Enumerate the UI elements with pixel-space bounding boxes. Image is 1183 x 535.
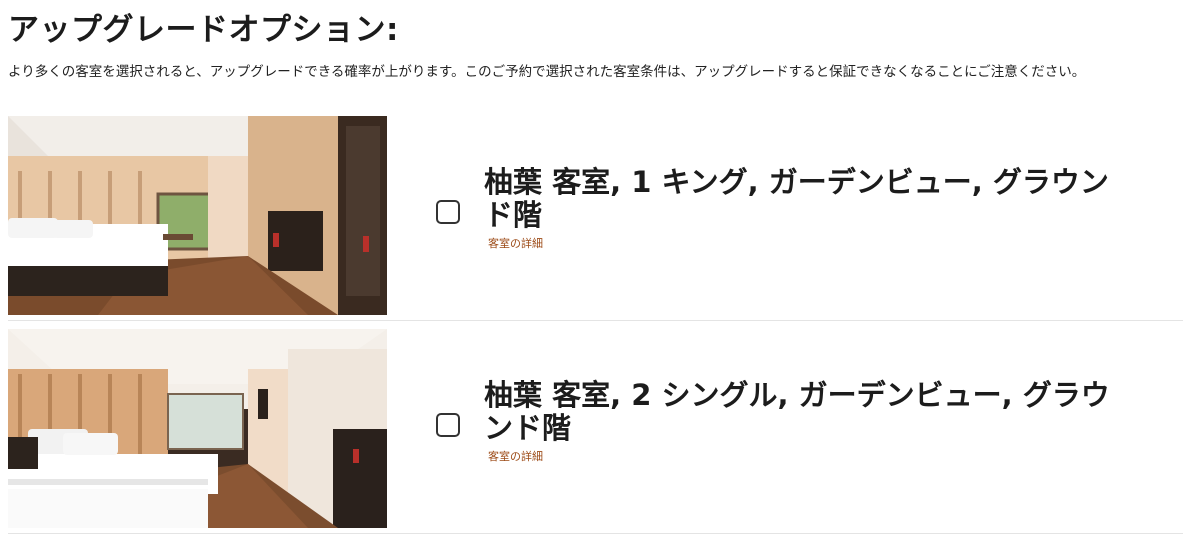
room-details-link[interactable]: 客室の詳細 [488,450,543,464]
room-photo-twin [8,329,387,528]
room-option-2: 柚葉 客室, 2 シングル, ガーデンビュー, グラウンド階 客室の詳細 [8,329,1183,534]
upgrade-note: より多くの客室を選択されると、アップグレードできる確率が上がります。このご予約で… [8,64,1086,80]
divider [8,533,1183,534]
divider [8,320,1183,321]
room-photo-king [8,116,387,315]
room-title: 柚葉 客室, 1 キング, ガーデンビュー, グラウンド階 [484,165,1109,232]
room-option-checkbox[interactable] [436,200,460,224]
room-option-checkbox[interactable] [436,413,460,437]
room-details-link[interactable]: 客室の詳細 [488,237,543,251]
room-title: 柚葉 客室, 2 シングル, ガーデンビュー, グラウンド階 [484,378,1110,445]
upgrade-options-heading: アップグレードオプション: [8,12,399,48]
room-option-1: 柚葉 客室, 1 キング, ガーデンビュー, グラウンド階 客室の詳細 [8,116,1183,321]
